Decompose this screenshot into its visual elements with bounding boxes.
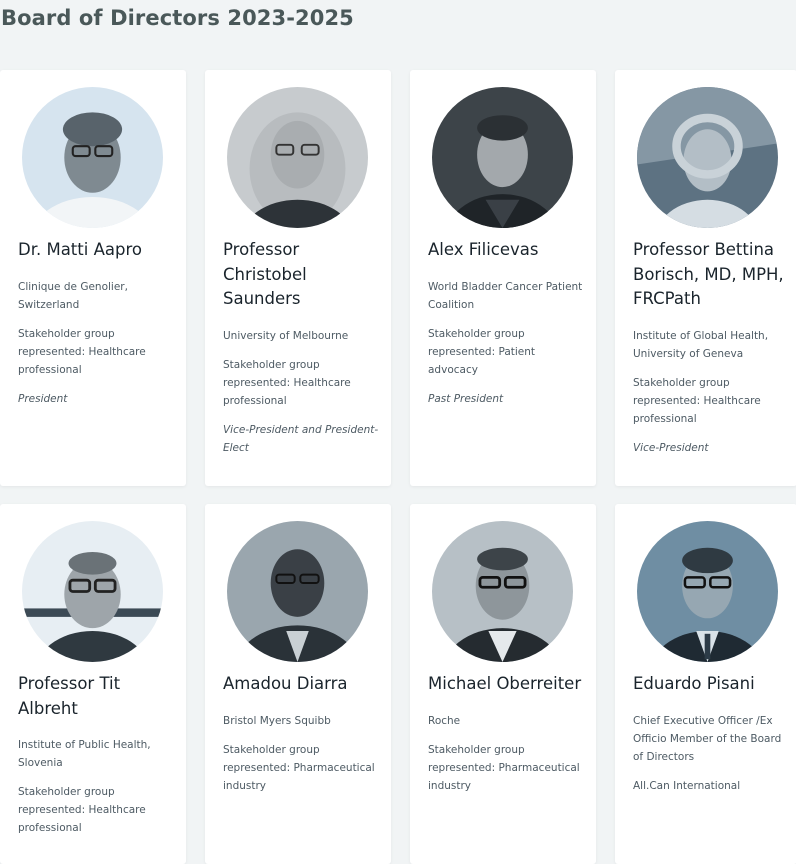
member-stakeholder-group: Stakeholder group represented: Healthcar… [18,327,146,376]
member-stakeholder-group: Stakeholder group represented: Patient a… [428,327,536,376]
member-name: Professor Christobel Saunders [223,240,307,308]
member-role: Past President [428,392,504,405]
portrait-photo [22,87,163,228]
member-organization: Institute of Public Health, Slovenia [18,739,151,769]
portrait-photo [227,521,368,662]
member-organization: Institute of Global Health, University o… [633,329,769,360]
member-name: Eduardo Pisani [633,674,755,693]
member-name: Professor Tit Albreht [18,674,121,718]
member-card[interactable]: Dr. Matti Aapro Clinique de Genolier, Sw… [0,70,186,486]
member-card[interactable]: Alex Filicevas World Bladder Cancer Pati… [410,70,596,486]
member-card[interactable]: Professor Bettina Borisch, MD, MPH, FRCP… [615,70,796,486]
member-name: Michael Oberreiter [428,674,582,693]
member-organization: Clinique de Genolier, Switzerland [18,280,128,311]
portrait-photo [637,521,778,662]
member-name: Alex Filicevas [428,240,539,259]
member-organization: Bristol Myers Squibb [223,714,331,727]
member-name: Dr. Matti Aapro [18,240,142,259]
member-card[interactable]: Professor Tit Albreht Institute of Publi… [0,504,186,864]
member-role: President [18,392,68,405]
page-title: Board of Directors 2023-2025 [1,6,354,30]
member-role: Vice-President and President-Elect [223,423,379,454]
member-organization: Chief Executive Officer /Ex Officio Memb… [633,714,782,763]
portrait-photo [432,87,573,228]
portrait-photo [227,87,368,228]
board-grid: Dr. Matti Aapro Clinique de Genolier, Sw… [0,70,796,864]
member-stakeholder-group: Stakeholder group represented: Pharmaceu… [428,743,580,792]
member-name: Amadou Diarra [223,674,348,693]
member-organization: University of Melbourne [223,329,349,342]
portrait-photo [22,521,163,662]
member-card[interactable]: Michael Oberreiter Roche Stakeholder gro… [410,504,596,864]
member-card[interactable]: Eduardo Pisani Chief Executive Officer /… [615,504,796,864]
member-name: Professor Bettina Borisch, MD, MPH, FRCP… [633,240,784,308]
member-organization: World Bladder Cancer Patient Coalition [428,280,583,311]
member-role: Vice-President [633,441,709,454]
member-stakeholder-group: Stakeholder group represented: Healthcar… [223,358,351,407]
member-organization: Roche [428,714,461,727]
member-stakeholder-group: Stakeholder group represented: Pharmaceu… [223,743,375,792]
member-stakeholder-group: Stakeholder group represented: Healthcar… [633,376,761,425]
member-card[interactable]: Amadou Diarra Bristol Myers Squibb Stake… [205,504,391,864]
portrait-photo [432,521,573,662]
member-stakeholder-group: Stakeholder group represented: Healthcar… [18,786,146,834]
member-stakeholder-group: All.Can International [633,779,741,792]
portrait-photo [637,87,778,228]
member-card[interactable]: Professor Christobel Saunders University… [205,70,391,486]
